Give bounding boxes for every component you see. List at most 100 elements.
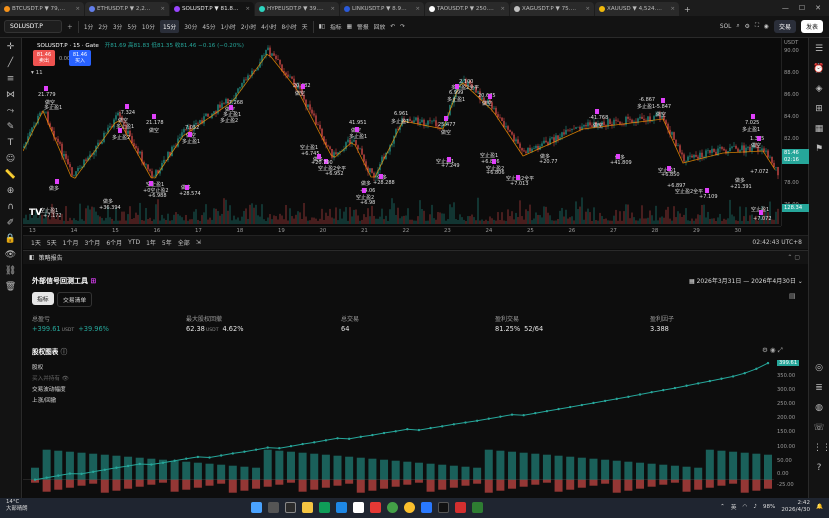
lock-icon[interactable]: 🔒 [5, 234, 17, 245]
fib-icon[interactable]: ≡ [5, 74, 17, 85]
range-button[interactable]: 1天 [31, 238, 41, 247]
minimize-icon[interactable]: — [782, 4, 789, 12]
range-button[interactable]: 1年 [146, 238, 156, 247]
close-icon[interactable]: × [245, 6, 250, 12]
notification-icon[interactable]: 🔔 [816, 504, 823, 510]
broadcast-icon[interactable]: ◍ [813, 403, 825, 414]
buy-price-box[interactable]: 81.46 买入 [69, 50, 91, 66]
settings-icon[interactable]: ⚙ [762, 346, 768, 354]
interval-button[interactable]: 8小时 [281, 22, 296, 31]
ruler-icon[interactable]: 📏 [5, 170, 17, 181]
wechat-icon[interactable] [472, 502, 483, 513]
sell-price-box[interactable]: 81.46 卖出 [33, 50, 55, 66]
info-icon[interactable]: ⓘ [61, 348, 68, 356]
date-axis[interactable]: 13 14 15 16 17 18 19 20 21 22 23 24 25 26 27 28 29 30 [23, 226, 781, 235]
chevron-up-icon[interactable]: ⌃ [720, 504, 725, 510]
edge-icon[interactable] [336, 502, 347, 513]
range-button[interactable]: 1个月 [63, 238, 79, 247]
browser-tab[interactable]: TAOUSDT.P ▼ 250.… × [425, 2, 509, 16]
date-range[interactable]: ▦ 2026年3月31日 — 2026年4月30日 ⌄ [689, 276, 803, 285]
search-icon[interactable]: ⌕ [736, 23, 739, 30]
calendar-icon[interactable]: ▦ [813, 124, 825, 135]
browser-tab[interactable]: XAGUSDT.P ▼ 75.… × [510, 2, 594, 16]
price-axis[interactable]: USDT90.0088.0086.0084.0082.0080.0078.007… [781, 38, 809, 226]
range-button[interactable]: YTD [128, 239, 140, 246]
redo-icon[interactable]: ↷ [400, 24, 405, 30]
pattern-icon[interactable]: ⋈ [5, 90, 17, 101]
interval-button[interactable]: 15分 [160, 20, 180, 33]
interval-button[interactable]: 45分 [202, 22, 215, 31]
browser-tab[interactable]: BTCUSDT.P ▼ 79,… × [0, 2, 84, 16]
range-button[interactable]: 3个月 [84, 238, 100, 247]
close-icon[interactable]: × [330, 6, 335, 12]
link-icon[interactable]: ⛓ [5, 266, 17, 277]
browser-tab[interactable]: XAUUSD ▼ 4,524.… × [595, 2, 679, 16]
trade-button[interactable]: 交易 [773, 20, 796, 33]
tab-metrics[interactable]: 指标 [32, 292, 54, 305]
close-icon[interactable]: × [670, 6, 675, 12]
range-button[interactable]: 全部 [178, 238, 190, 247]
range-button[interactable]: 5年 [162, 238, 172, 247]
interval-button[interactable]: 10分 [142, 22, 155, 31]
brush-icon[interactable]: ✎ [5, 122, 17, 133]
camera-icon[interactable]: ◉ [770, 346, 776, 354]
interval-button[interactable]: 5分 [127, 22, 137, 31]
interval-button[interactable]: 2分 [98, 22, 108, 31]
eye-icon[interactable]: 👁 [5, 250, 17, 261]
hotlist-icon[interactable]: ⊞ [813, 104, 825, 115]
zoom-icon[interactable]: ⊕ [5, 186, 17, 197]
ideas-icon[interactable]: ⚑ [813, 144, 825, 155]
trendline-icon[interactable]: ╱ [5, 58, 17, 69]
close-icon[interactable]: × [160, 6, 165, 12]
taskbar-clock[interactable]: 2:42 2026/4/30 [781, 500, 810, 514]
close-icon[interactable]: × [415, 6, 420, 12]
emoji-icon[interactable]: ☺ [5, 154, 17, 165]
fullscreen-icon[interactable]: ⛶ [755, 23, 759, 30]
interval-button[interactable]: 30分 [184, 22, 197, 31]
weibo-icon[interactable] [455, 502, 466, 513]
tradingview-app-icon[interactable] [353, 502, 364, 513]
app-icon[interactable] [370, 502, 381, 513]
range-button[interactable]: 5天 [47, 238, 57, 247]
new-tab-icon[interactable]: + [680, 5, 695, 16]
interval-button[interactable]: 3分 [113, 22, 123, 31]
chat-app-icon[interactable] [387, 502, 398, 513]
chrome-icon[interactable] [404, 502, 415, 513]
app-icon[interactable] [319, 502, 330, 513]
shield-icon[interactable] [421, 502, 432, 513]
indicators-button[interactable]: 指标 [330, 22, 342, 31]
tiktok-icon[interactable] [438, 502, 449, 513]
browser-tab[interactable]: LINKUSDT.P ▼ 8.9… × [340, 2, 424, 16]
alerts-icon[interactable]: ⏰ [813, 64, 825, 75]
layers-icon[interactable]: ◈ [813, 84, 825, 95]
interval-button[interactable]: 4小时 [261, 22, 276, 31]
help-icon[interactable]: ? [813, 463, 825, 474]
browser-tab[interactable]: ETHUSDT.P ▼ 2,2… × [85, 2, 169, 16]
search-icon[interactable] [268, 502, 279, 513]
templates-icon[interactable]: ▦ [347, 24, 352, 30]
strategy-name[interactable]: 外部信号回测工具 ⊞ [32, 276, 96, 286]
input-language[interactable]: 英 [731, 503, 737, 511]
goto-date-icon[interactable]: ⇲ [196, 239, 201, 246]
browser-tab[interactable]: SOLUSDT.P ▼ 81.8… × [170, 2, 254, 16]
watchlist-icon[interactable]: ☰ [813, 44, 825, 55]
price-chart[interactable]: SOLUSDT.P · 15 · Gate 开81.69 高81.83 低81.… [23, 38, 781, 251]
volume-icon[interactable]: ♪ [753, 504, 757, 510]
task-view-icon[interactable] [285, 502, 296, 513]
interval-button[interactable]: 2小时 [241, 22, 256, 31]
forecast-icon[interactable]: ⤳ [5, 106, 17, 117]
magnet-icon[interactable]: ∩ [5, 202, 17, 213]
alert-button[interactable]: 警报 [357, 22, 369, 31]
maximize-icon[interactable]: ☐ [799, 4, 805, 12]
layer-stack-icon[interactable]: ≣ [813, 383, 825, 394]
interval-button[interactable]: 天 [302, 22, 308, 31]
trash-icon[interactable]: 🗑 [5, 282, 17, 293]
utc-clock[interactable]: 02:42:43 UTC+8 [752, 239, 808, 246]
expand-icon[interactable]: ⤢ [778, 346, 783, 354]
undo-icon[interactable]: ↶ [390, 24, 395, 30]
strategy-report-tab[interactable]: 策略报告 [39, 253, 63, 262]
panel-controls-icon[interactable]: ⌃ ▢ [787, 254, 800, 261]
battery-level[interactable]: 98% [763, 504, 775, 510]
grid-icon[interactable]: ⋮⋮ [813, 443, 829, 454]
publish-button[interactable]: 发表 [800, 20, 823, 33]
